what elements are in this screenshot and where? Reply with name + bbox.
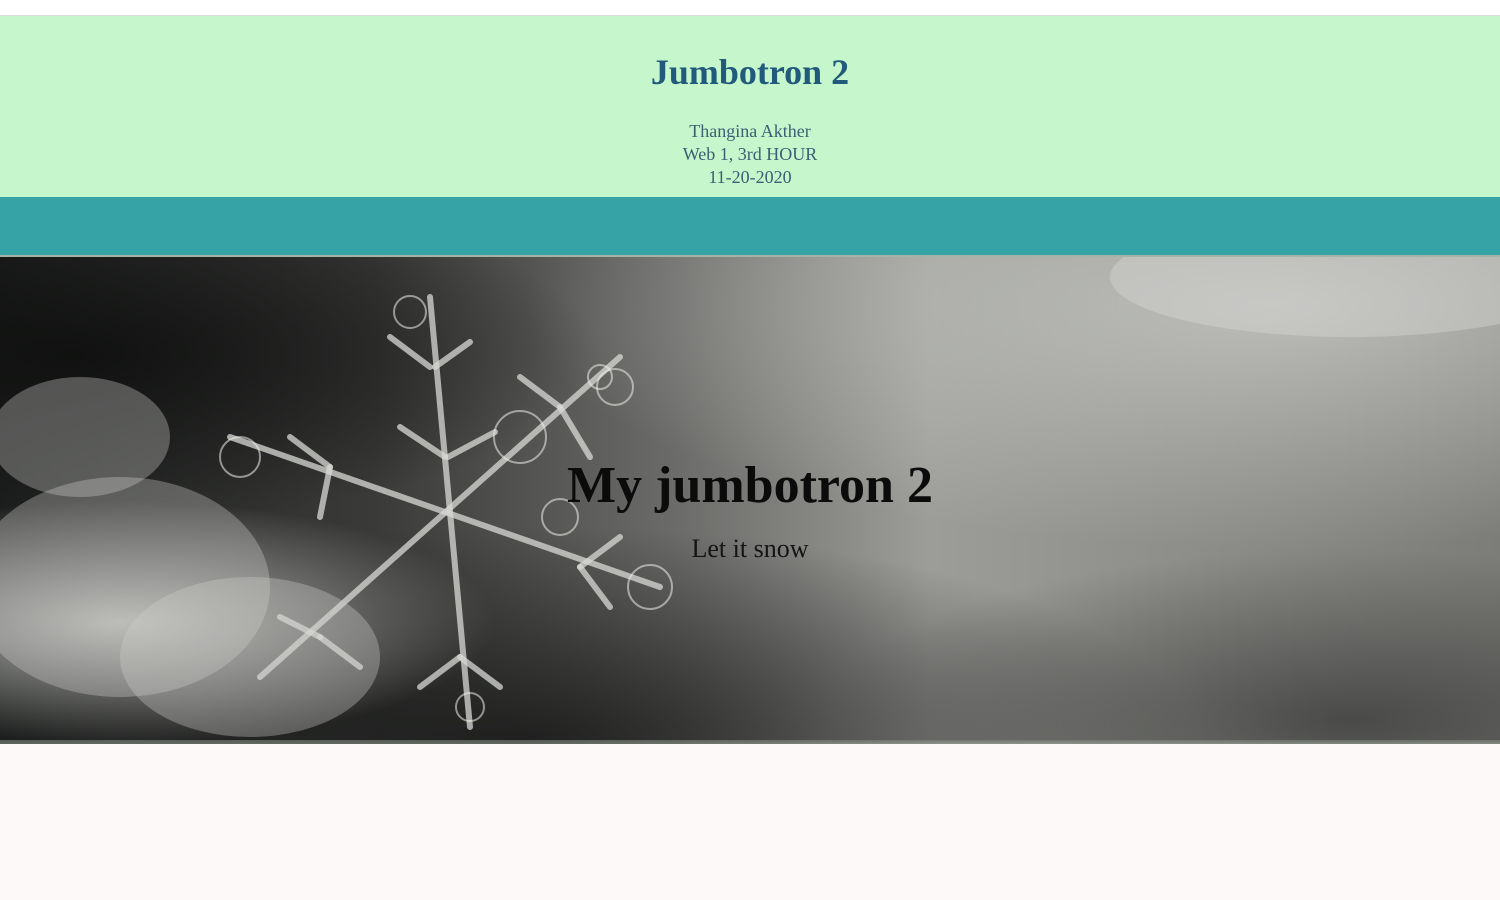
- course-info: Web 1, 3rd HOUR: [682, 144, 818, 164]
- site-header: Jumbotron 2 Thangina Akther Web 1, 3rd H…: [0, 16, 1500, 197]
- jumbotron-subtitle: Let it snow: [691, 534, 809, 563]
- header-meta: Thangina Akther Web 1, 3rd HOUR 11-20-20…: [0, 120, 1500, 189]
- nav-bar: [0, 197, 1500, 257]
- page-body: [0, 744, 1500, 898]
- page-title: Jumbotron 2: [650, 52, 850, 92]
- author-name: Thangina Akther: [689, 121, 811, 141]
- jumbotron-title: My jumbotron 2: [567, 457, 933, 514]
- jumbotron-divider: [0, 740, 1500, 744]
- jumbotron: My jumbotron 2 Let it snow: [0, 257, 1500, 744]
- jumbotron-content: My jumbotron 2 Let it snow: [0, 453, 1500, 565]
- date-text: 11-20-2020: [708, 167, 792, 187]
- browser-top-strip: [0, 0, 1500, 16]
